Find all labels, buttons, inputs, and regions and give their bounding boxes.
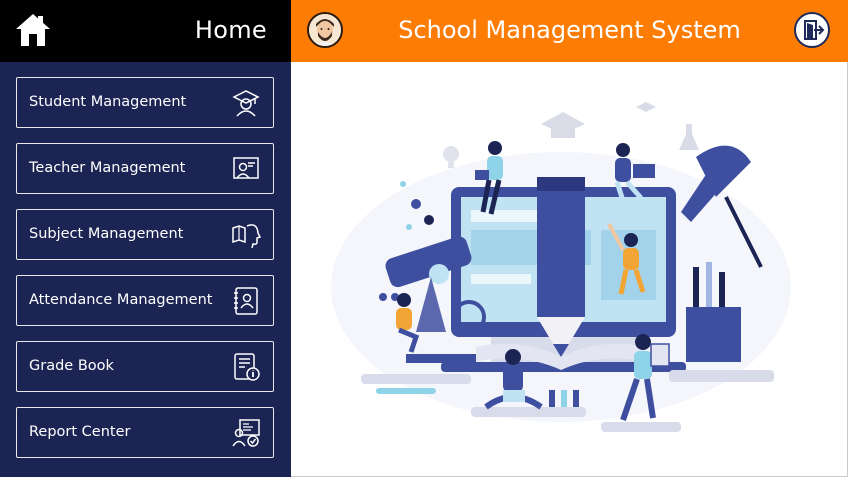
sidebar-item-attendance-management[interactable]: Attendance Management [16,275,274,326]
logout-button[interactable] [794,12,830,48]
sidebar-item-label: Student Management [29,94,187,110]
education-illustration [331,102,791,432]
sidebar-item-report-center[interactable]: Report Center [16,407,274,458]
sidebar-item-label: Attendance Management [29,292,213,308]
gradebook-icon [234,353,260,381]
sidebar: Student Management Teacher Management Su… [0,62,291,477]
teacher-icon [233,157,259,179]
logout-icon [804,20,825,40]
app-title: School Management System [398,16,741,44]
sidebar-item-subject-management[interactable]: Subject Management [16,209,274,260]
sidebar-item-label: Teacher Management [29,160,186,176]
home-icon[interactable] [14,12,52,48]
sidebar-item-label: Grade Book [29,358,114,374]
student-icon [232,90,260,117]
sidebar-item-student-management[interactable]: Student Management [16,77,274,128]
sidebar-item-teacher-management[interactable]: Teacher Management [16,143,274,194]
home-title[interactable]: Home [195,16,267,44]
subject-icon [232,224,261,249]
home-bar: Home [0,0,291,62]
main-content [291,62,847,476]
attendance-icon [234,287,258,315]
sidebar-item-grade-book[interactable]: Grade Book [16,341,274,392]
sidebar-item-label: Report Center [29,424,131,440]
report-icon [232,419,260,447]
top-bar: School Management System [291,0,848,62]
sidebar-item-label: Subject Management [29,226,184,242]
